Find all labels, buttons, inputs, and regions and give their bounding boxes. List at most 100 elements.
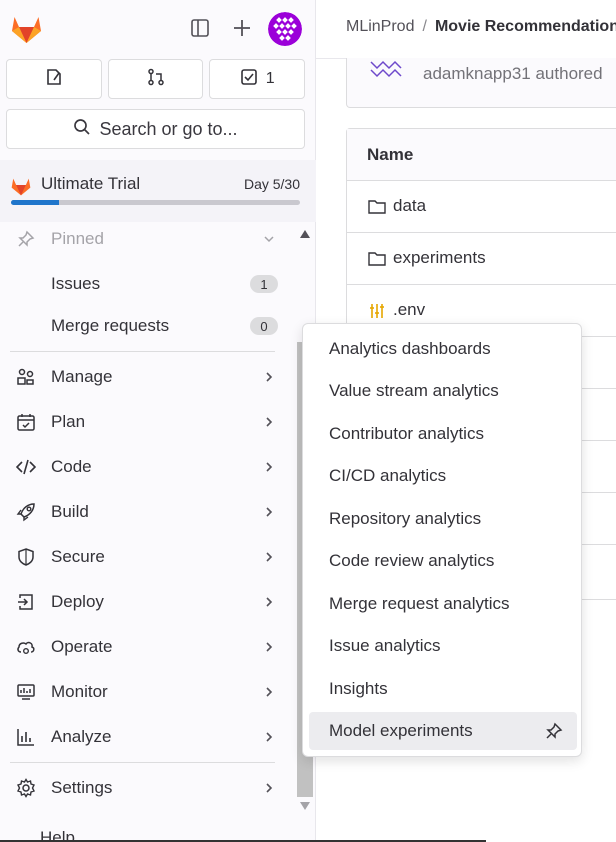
sidebar-item-deploy[interactable]: Deploy <box>0 582 290 622</box>
sidebar-nav: Pinned Issues 1 Merge requests 0 Manage <box>0 222 296 842</box>
breadcrumb-project[interactable]: Movie Recommendations <box>435 18 616 35</box>
todo-counter-button[interactable]: 1 <box>209 59 306 99</box>
sidebar-item-settings[interactable]: Settings <box>0 768 290 808</box>
chevron-right-icon <box>262 415 276 429</box>
file-name: experiments <box>393 248 486 267</box>
env-file-icon <box>367 301 387 321</box>
menu-item-model-experiments[interactable]: Model experiments <box>309 712 577 750</box>
pinned-section-header[interactable]: Pinned <box>0 219 290 259</box>
sidebar-item-build[interactable]: Build <box>0 492 290 532</box>
folder-icon <box>367 197 387 217</box>
pinned-item-issues[interactable]: Issues 1 <box>0 264 290 304</box>
user-avatar[interactable] <box>268 12 302 46</box>
menu-item-label: Merge request analytics <box>329 594 510 613</box>
menu-item-repository-analytics[interactable]: Repository analytics <box>309 500 577 538</box>
nav-label: Monitor <box>51 682 108 701</box>
merge-request-icon <box>147 68 165 91</box>
chevron-right-icon <box>262 595 276 609</box>
column-header-name: Name <box>367 145 414 164</box>
trial-widget[interactable]: Ultimate Trial Day 5/30 <box>0 160 316 222</box>
folder-icon <box>367 249 387 269</box>
sidebar-item-analyze[interactable]: Analyze <box>0 717 290 757</box>
chevron-right-icon <box>262 640 276 654</box>
issues-icon <box>45 68 63 91</box>
menu-item-issue-analytics[interactable]: Issue analytics <box>309 627 577 665</box>
menu-item-label: Analytics dashboards <box>329 339 491 358</box>
menu-item-cicd-analytics[interactable]: CI/CD analytics <box>309 457 577 495</box>
chevron-right-icon <box>262 781 276 795</box>
menu-item-value-stream-analytics[interactable]: Value stream analytics <box>309 372 577 410</box>
menu-item-label: Contributor analytics <box>329 424 484 443</box>
menu-item-analytics-dashboards[interactable]: Analytics dashboards <box>309 330 577 368</box>
chevron-right-icon <box>262 370 276 384</box>
sidebar-item-code[interactable]: Code <box>0 447 290 487</box>
trial-day: Day 5/30 <box>243 176 300 192</box>
nav-label: Manage <box>51 367 113 386</box>
table-row[interactable]: data <box>347 181 616 233</box>
scroll-down-arrow-icon[interactable] <box>300 802 310 810</box>
pinned-item-merge-requests[interactable]: Merge requests 0 <box>0 306 290 346</box>
nav-label: Deploy <box>51 592 104 611</box>
pinned-item-label: Merge requests <box>51 316 170 335</box>
menu-item-contributor-analytics[interactable]: Contributor analytics <box>309 415 577 453</box>
analyze-flyout-menu: Analytics dashboards Value stream analyt… <box>302 323 582 757</box>
gitlab-logo[interactable] <box>10 13 43 44</box>
gear-icon <box>16 778 36 798</box>
issues-counter-button[interactable] <box>6 59 102 99</box>
pin-icon[interactable] <box>545 722 563 740</box>
sidebar-item-plan[interactable]: Plan <box>0 402 290 442</box>
monitor-icon <box>16 682 36 702</box>
sidebar-item-secure[interactable]: Secure <box>0 537 290 577</box>
table-row[interactable]: experiments <box>347 233 616 285</box>
tanuki-icon <box>10 176 32 196</box>
trial-title: Ultimate Trial <box>41 174 141 193</box>
menu-item-code-review-analytics[interactable]: Code review analytics <box>309 542 577 580</box>
file-name: data <box>393 196 427 215</box>
breadcrumb-group[interactable]: MLinProd <box>346 18 414 35</box>
file-name: .env <box>393 300 426 319</box>
menu-item-label: Insights <box>329 679 388 698</box>
menu-item-label: CI/CD analytics <box>329 466 447 485</box>
calendar-icon <box>16 412 36 432</box>
chevron-right-icon <box>262 730 276 744</box>
counter-row: 1 <box>6 59 306 99</box>
chevron-right-icon <box>262 550 276 564</box>
menu-item-label: Code review analytics <box>329 551 495 570</box>
merge-requests-counter-button[interactable] <box>107 59 204 99</box>
menu-item-label: Model experiments <box>329 721 473 740</box>
breadcrumb-separator: / <box>422 18 427 35</box>
chart-icon <box>16 727 36 747</box>
code-icon <box>16 457 36 477</box>
commit-author-text: adamknapp31 authored <box>423 64 603 83</box>
trial-progress-bar <box>11 200 300 205</box>
chevron-down-icon <box>262 232 276 246</box>
chevron-right-icon <box>262 505 276 519</box>
rocket-icon <box>16 502 36 522</box>
scroll-up-arrow-icon[interactable] <box>300 230 310 238</box>
sidebar-header <box>0 0 316 58</box>
sidebar-item-monitor[interactable]: Monitor <box>0 672 290 712</box>
cloud-gear-icon <box>16 637 36 657</box>
nav-label: Settings <box>51 778 113 797</box>
chevron-right-icon <box>262 460 276 474</box>
chevron-right-icon <box>262 685 276 699</box>
menu-item-insights[interactable]: Insights <box>309 670 577 708</box>
search-button[interactable]: Search or go to... <box>6 109 305 149</box>
nav-label: Operate <box>51 637 113 656</box>
breadcrumb: MLinProd / Movie Recommendations <box>346 18 616 36</box>
divider <box>10 762 275 763</box>
sidebar: 1 Search or go to... Ultimate Trial Day … <box>0 0 316 842</box>
commit-author-avatar[interactable] <box>367 58 407 82</box>
pinned-item-label: Issues <box>51 274 101 293</box>
pin-icon <box>16 229 36 249</box>
nav-label: Analyze <box>51 727 112 746</box>
todo-count: 1 <box>265 70 275 87</box>
menu-item-merge-request-analytics[interactable]: Merge request analytics <box>309 585 577 623</box>
sidebar-item-operate[interactable]: Operate <box>0 627 290 667</box>
nav-label: Plan <box>51 412 86 431</box>
last-commit-box: adamknapp31 authored <box>346 58 616 108</box>
create-new-icon[interactable] <box>229 15 255 41</box>
sidebar-item-manage[interactable]: Manage <box>0 357 290 397</box>
nav-label: Build <box>51 502 89 521</box>
sidebar-toggle-icon[interactable] <box>187 15 213 41</box>
